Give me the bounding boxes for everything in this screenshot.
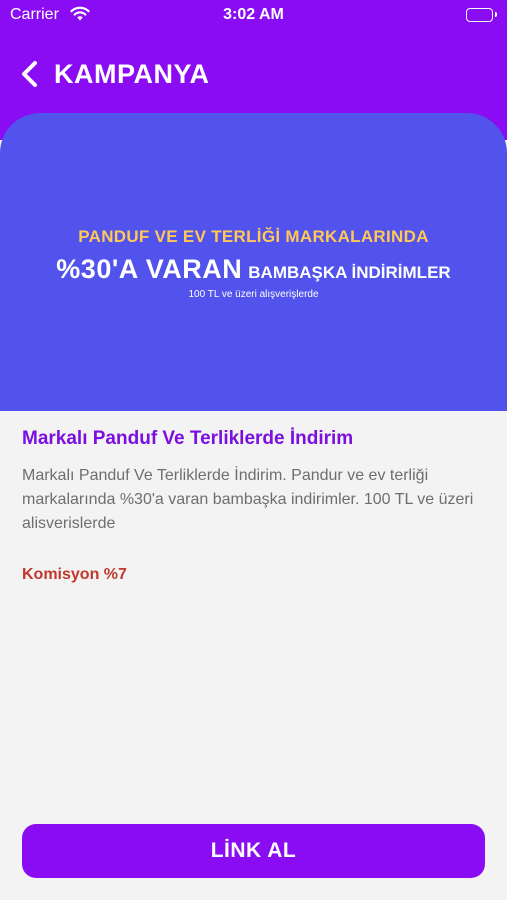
status-bar: Carrier 3:02 AM: [0, 0, 507, 32]
banner-headline: PANDUF VE EV TERLİĞİ MARKALARINDA: [78, 227, 429, 246]
chevron-left-icon[interactable]: [18, 60, 42, 88]
campaign-title: Markalı Panduf Ve Terliklerde İndirim: [22, 428, 354, 449]
banner-discount-text: BAMBAŞKA İNDİRİMLER: [248, 263, 451, 282]
page-title: KAMPANYA: [54, 58, 210, 89]
get-link-button[interactable]: LİNK AL: [22, 824, 485, 878]
banner-discount: %30'A VARAN BAMBAŞKA İNDİRİMLER: [0, 254, 507, 285]
campaign-details: Markalı Panduf Ve Terliklerde İndirim Ma…: [22, 428, 490, 583]
campaign-description: Markalı Panduf Ve Terliklerde İndirim. P…: [22, 467, 474, 532]
banner-condition: 100 TL ve üzeri alışverişlerde: [188, 289, 319, 300]
campaign-banner: PANDUF VE EV TERLİĞİ MARKALARINDA %30'A …: [0, 113, 507, 411]
commission-label: Komisyon %7: [22, 566, 127, 583]
battery-icon: [466, 8, 497, 22]
banner-discount-amount: %30'A VARAN: [56, 254, 243, 284]
back-button[interactable]: KAMPANYA: [18, 56, 210, 92]
clock: 3:02 AM: [223, 6, 284, 23]
